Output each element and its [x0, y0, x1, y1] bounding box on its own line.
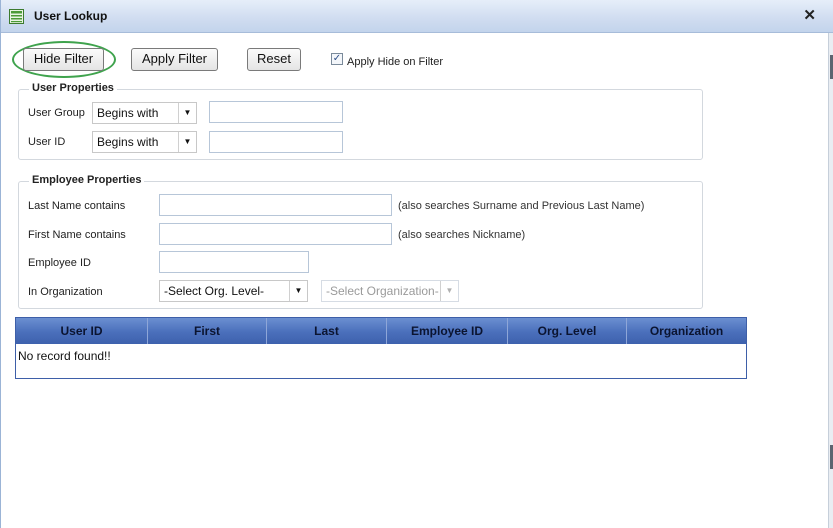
column-header-organization[interactable]: Organization — [627, 318, 746, 344]
apply-hide-on-filter-label: Apply Hide on Filter — [347, 56, 443, 68]
column-header-user-id[interactable]: User ID — [16, 318, 148, 344]
chevron-down-icon: ▼ — [178, 132, 196, 152]
in-organization-label: In Organization — [28, 286, 103, 298]
window-title: User Lookup — [34, 9, 108, 23]
user-lookup-window: User Lookup ✕ Hide Filter Apply Filter R… — [0, 0, 833, 528]
results-grid-header: User ID First Last Employee ID Org. Leve… — [16, 318, 746, 344]
employee-id-label: Employee ID — [28, 257, 91, 269]
user-group-operator-value: Begins with — [97, 106, 159, 120]
window-app-icon — [9, 9, 24, 24]
chevron-down-icon: ▼ — [289, 281, 307, 301]
window-right-edge — [828, 33, 833, 528]
column-header-last[interactable]: Last — [267, 318, 387, 344]
chevron-down-icon: ▼ — [178, 103, 196, 123]
user-id-input[interactable] — [209, 131, 343, 153]
employee-properties-legend: Employee Properties — [29, 174, 145, 186]
title-bar: User Lookup ✕ — [1, 0, 833, 33]
hide-filter-button[interactable]: Hide Filter — [23, 48, 104, 71]
column-header-first[interactable]: First — [148, 318, 267, 344]
organization-selected-value: -Select Organization- — [326, 284, 439, 298]
results-grid: User ID First Last Employee ID Org. Leve… — [15, 317, 747, 379]
column-header-employee-id[interactable]: Employee ID — [387, 318, 508, 344]
org-level-select[interactable]: -Select Org. Level- ▼ — [159, 280, 308, 302]
user-group-operator-select[interactable]: Begins with ▼ — [92, 102, 197, 124]
user-id-operator-select[interactable]: Begins with ▼ — [92, 131, 197, 153]
first-name-hint: (also searches Nickname) — [398, 229, 526, 241]
user-properties-legend: User Properties — [29, 82, 117, 94]
user-group-input[interactable] — [209, 101, 343, 123]
employee-id-input[interactable] — [159, 251, 309, 273]
organization-select: -Select Organization- ▼ — [321, 280, 459, 302]
close-icon[interactable]: ✕ — [803, 8, 816, 23]
reset-button[interactable]: Reset — [247, 48, 301, 71]
user-id-label: User ID — [28, 136, 66, 148]
column-header-org-level[interactable]: Org. Level — [508, 318, 627, 344]
first-name-label: First Name contains — [28, 229, 126, 241]
last-name-label: Last Name contains — [28, 200, 126, 212]
apply-filter-button[interactable]: Apply Filter — [131, 48, 218, 71]
user-group-label: User Group — [28, 107, 85, 119]
first-name-input[interactable] — [159, 223, 392, 245]
no-records-message: No record found!! — [18, 349, 111, 363]
org-level-selected-value: -Select Org. Level- — [164, 284, 265, 298]
user-id-operator-value: Begins with — [97, 135, 159, 149]
last-name-input[interactable] — [159, 194, 392, 216]
last-name-hint: (also searches Surname and Previous Last… — [398, 200, 645, 212]
chevron-down-icon: ▼ — [440, 281, 458, 301]
apply-hide-on-filter-checkbox[interactable]: ✓ — [331, 53, 343, 65]
